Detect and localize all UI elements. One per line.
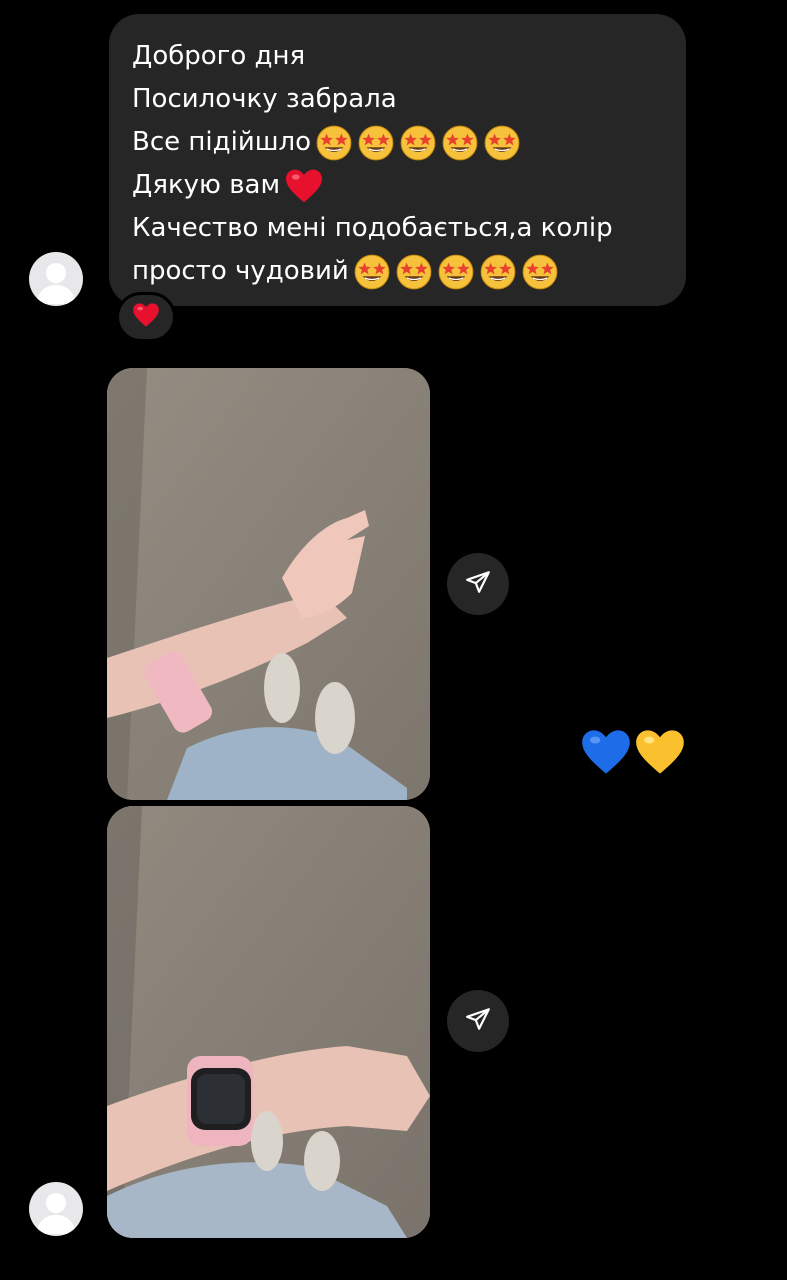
blue-heart-icon <box>580 728 632 780</box>
red-heart-emoji-icon <box>284 168 324 204</box>
chat-thread: Доброго дня Посилочку забрала Все підійш… <box>0 0 787 1280</box>
send-icon <box>465 569 491 599</box>
star-struck-emoji-icon <box>479 253 517 291</box>
message-text: Все підійшло <box>132 127 312 157</box>
star-struck-emoji-icon <box>441 124 479 162</box>
message-text: Дякую вам <box>132 170 281 200</box>
message-line-1: Доброго дня <box>132 35 664 78</box>
message-line-5: Качество мені подобається,а колір <box>132 207 664 250</box>
star-struck-emoji-icon <box>395 253 433 291</box>
message-text: Качество мені подобається,а колір <box>132 213 613 243</box>
photo-message-2[interactable] <box>107 806 430 1238</box>
message-text: просто чудовий <box>132 256 349 286</box>
star-struck-emoji-icon <box>357 124 395 162</box>
message-line-6: просто чудовий <box>132 250 664 293</box>
share-photo-1-button[interactable] <box>447 553 509 615</box>
message-line-2: Посилочку забрала <box>132 78 664 121</box>
share-photo-2-button[interactable] <box>447 990 509 1052</box>
star-struck-emoji-icon <box>315 124 353 162</box>
message-line-4: Дякую вам <box>132 164 664 207</box>
user-placeholder-icon <box>36 263 76 304</box>
message-text: Доброго дня <box>132 41 306 71</box>
photo-icon <box>107 368 430 800</box>
reply-emoji-message[interactable] <box>580 728 686 780</box>
send-icon <box>465 1006 491 1036</box>
star-struck-emoji-icon <box>399 124 437 162</box>
message-reaction[interactable] <box>116 292 176 342</box>
red-heart-icon <box>132 302 160 332</box>
sender-avatar[interactable] <box>29 1182 83 1236</box>
star-struck-emoji-icon <box>483 124 521 162</box>
star-struck-emoji-icon <box>521 253 559 291</box>
star-struck-emoji-icon <box>353 253 391 291</box>
sender-avatar[interactable] <box>29 252 83 306</box>
message-bubble[interactable]: Доброго дня Посилочку забрала Все підійш… <box>109 14 686 306</box>
photo-message-1[interactable] <box>107 368 430 800</box>
message-line-3: Все підійшло <box>132 121 664 164</box>
user-placeholder-icon <box>36 1193 76 1234</box>
star-struck-emoji-icon <box>437 253 475 291</box>
photo-icon <box>107 806 430 1238</box>
yellow-heart-icon <box>634 728 686 780</box>
message-text: Посилочку забрала <box>132 84 397 114</box>
